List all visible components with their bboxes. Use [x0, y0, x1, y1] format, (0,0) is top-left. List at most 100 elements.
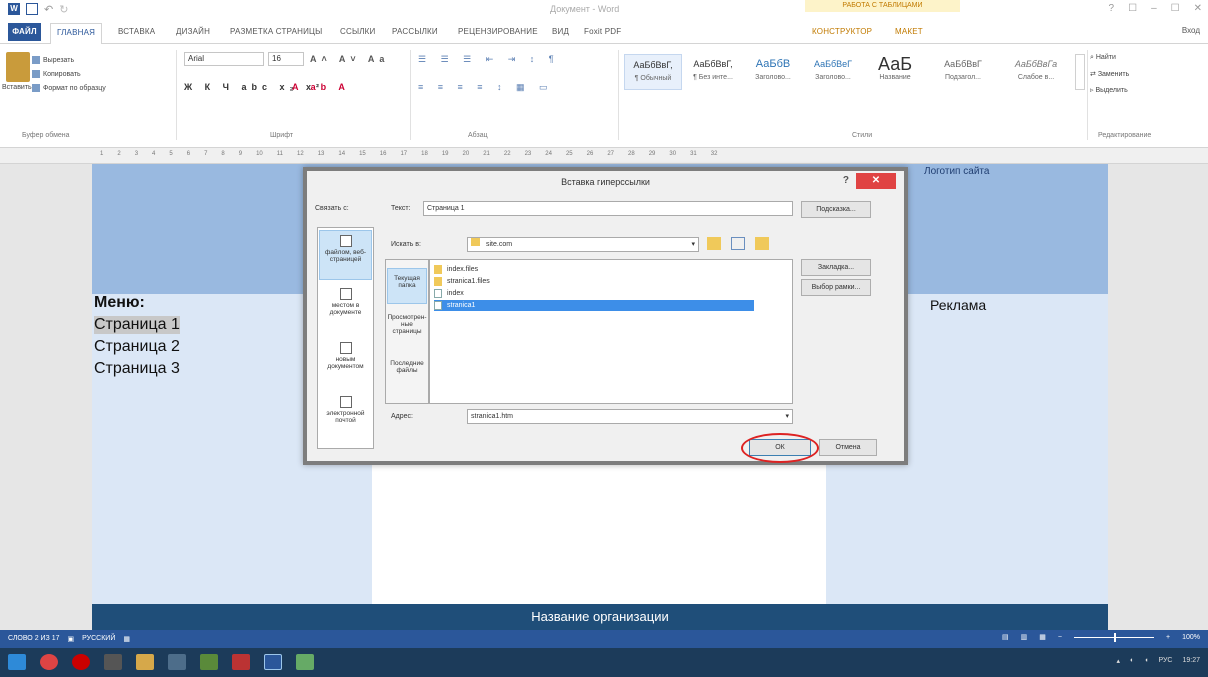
help-icon[interactable]: ?: [843, 175, 849, 186]
tab-references[interactable]: ССЫЛКИ: [340, 27, 376, 36]
ribbon-display-icon[interactable]: ☐: [1128, 3, 1137, 14]
list-item[interactable]: stranica1.files: [434, 276, 754, 287]
tab-constructor[interactable]: КОНСТРУКТОР: [812, 27, 872, 36]
list-item[interactable]: index: [434, 288, 754, 299]
font-size-buttons[interactable]: A˄ A˅ Aa: [310, 54, 389, 64]
tray-arrow-icon[interactable]: ▴: [1116, 657, 1120, 665]
explorer-icon[interactable]: [136, 654, 154, 670]
select-button[interactable]: ▹ Выделить: [1090, 86, 1128, 94]
tab-foxit-pdf[interactable]: Foxit PDF: [584, 27, 621, 36]
look-in-select[interactable]: site.com ▾: [467, 237, 699, 252]
style-title[interactable]: АаБ Название: [864, 54, 926, 90]
maximize-icon[interactable]: ☐: [1171, 3, 1180, 14]
zoom-in-icon[interactable]: +: [1166, 634, 1170, 641]
format-painter-button[interactable]: Формат по образцу: [32, 84, 106, 92]
bookmark-button[interactable]: Закладка...: [801, 259, 871, 276]
style-subtitle[interactable]: АаБбВвГ Подзагол...: [928, 54, 998, 90]
list-item-selected[interactable]: stranica1: [434, 300, 754, 311]
app-icon[interactable]: [232, 654, 250, 670]
app-icon[interactable]: [104, 654, 122, 670]
app-icon[interactable]: [168, 654, 186, 670]
screentip-button[interactable]: Подсказка...: [801, 201, 871, 218]
redo-icon[interactable]: ↻: [59, 3, 68, 16]
keyboard-language[interactable]: РУС: [1158, 657, 1172, 665]
proofing-icon[interactable]: ▣: [68, 635, 75, 643]
help-icon[interactable]: ?: [1109, 3, 1115, 14]
app-icon[interactable]: [296, 654, 314, 670]
menu-item-page-2[interactable]: Страница 2: [94, 338, 180, 356]
list-item[interactable]: index.files: [434, 264, 754, 275]
menu-title[interactable]: Меню:: [94, 294, 145, 312]
file-list[interactable]: index.files stranica1.files index strani…: [429, 259, 793, 404]
volume-icon[interactable]: ◖: [1144, 657, 1148, 665]
save-icon[interactable]: [26, 3, 38, 15]
opera-icon[interactable]: [72, 654, 90, 670]
web-layout-icon[interactable]: ▦: [1039, 633, 1046, 641]
replace-button[interactable]: ⇄ Заменить: [1090, 70, 1129, 78]
tab-home[interactable]: ГЛАВНАЯ: [50, 23, 103, 45]
style-subtle-emphasis[interactable]: АаБбВвГа Слабое в...: [1000, 54, 1072, 90]
tab-layout[interactable]: РАЗМЕТКА СТРАНИЦЫ: [230, 27, 322, 36]
tab-current-folder[interactable]: Текущая папка: [387, 268, 427, 304]
tab-recent-files[interactable]: Последние файлы: [387, 356, 427, 392]
menu-item-page-3[interactable]: Страница 3: [94, 360, 180, 378]
browse-file-icon[interactable]: [731, 237, 745, 250]
font-name-select[interactable]: Arial: [184, 52, 264, 66]
tab-file[interactable]: ФАЙЛ: [8, 23, 41, 41]
styles-scroll[interactable]: [1075, 54, 1085, 90]
chrome-icon[interactable]: [40, 654, 58, 670]
style-heading-1[interactable]: АаБбВ Заголово...: [744, 54, 802, 90]
style-no-spacing[interactable]: АаБбВвГ, ¶ Без инте...: [684, 54, 742, 90]
paste-button[interactable]: [6, 52, 30, 82]
horizontal-ruler[interactable]: 1 2 3 4 5 6 7 8 9 10 11 12 13 14 15 16 17 18 19 20 21 22 23 24 2…: [0, 148, 1208, 164]
tab-insert[interactable]: ВСТАВКА: [118, 27, 155, 36]
ad-text[interactable]: Реклама: [930, 297, 986, 313]
list-buttons[interactable]: ☰ ☰ ☰ ⇤ ⇥ ↕ ¶: [418, 54, 560, 65]
tab-view[interactable]: ВИД: [552, 27, 569, 36]
language-indicator[interactable]: РУССКИЙ: [82, 635, 115, 643]
tab-browsed-pages[interactable]: Просмотрен-ные страницы: [387, 310, 427, 350]
macro-icon[interactable]: ▦: [123, 635, 130, 643]
sign-in-link[interactable]: Вход: [1182, 26, 1200, 35]
word-taskbar-icon[interactable]: [264, 654, 282, 670]
app-icon[interactable]: [200, 654, 218, 670]
style-normal[interactable]: АаБбВвГ, ¶ Обычный: [624, 54, 682, 90]
start-icon[interactable]: [8, 654, 26, 670]
link-new-document-option[interactable]: новым документом: [319, 338, 372, 388]
text-to-display-input[interactable]: [423, 201, 793, 216]
folder-up-icon[interactable]: [755, 237, 769, 250]
zoom-slider[interactable]: [1074, 632, 1154, 642]
find-button[interactable]: ⌕ Найти: [1090, 54, 1116, 62]
undo-icon[interactable]: ↶: [44, 3, 53, 16]
link-email-option[interactable]: электронной почтой: [319, 392, 372, 442]
alignment-buttons[interactable]: ≡ ≡ ≡ ≡ ↕ ▦ ▭: [418, 82, 554, 93]
site-logo-text[interactable]: Логотип сайта: [924, 166, 989, 177]
close-icon[interactable]: ✕: [1194, 3, 1202, 14]
network-icon[interactable]: ◐: [1130, 657, 1134, 665]
footer-organization-name[interactable]: Название организации: [92, 604, 1108, 630]
word-count[interactable]: СЛОВО 2 ИЗ 17: [8, 635, 60, 643]
address-input[interactable]: stranica1.htm ▾: [467, 409, 793, 424]
close-icon[interactable]: ✕: [856, 173, 896, 189]
cut-button[interactable]: Вырезать: [32, 56, 74, 64]
zoom-out-icon[interactable]: −: [1058, 634, 1062, 641]
link-place-in-document-option[interactable]: местом в документе: [319, 284, 372, 334]
tab-design[interactable]: ДИЗАЙН: [176, 27, 210, 36]
link-existing-file-option[interactable]: файлом, веб-страницей: [319, 230, 372, 280]
cancel-button[interactable]: Отмена: [819, 439, 877, 456]
zoom-level[interactable]: 100%: [1182, 634, 1200, 641]
style-heading-2[interactable]: АаБбВеГ Заголово...: [804, 54, 862, 90]
minimize-icon[interactable]: –: [1151, 3, 1157, 14]
font-color-buttons[interactable]: A ab A: [292, 82, 350, 92]
menu-item-page-1[interactable]: Страница 1: [94, 316, 180, 334]
tab-table-layout[interactable]: МАКЕТ: [895, 27, 923, 36]
clock[interactable]: 19:27: [1182, 657, 1200, 665]
tab-review[interactable]: РЕЦЕНЗИРОВАНИЕ: [458, 27, 538, 36]
copy-button[interactable]: Копировать: [32, 70, 81, 78]
read-mode-icon[interactable]: ▤: [1002, 633, 1009, 641]
font-size-select[interactable]: 16: [268, 52, 304, 66]
tab-mailings[interactable]: РАССЫЛКИ: [392, 27, 438, 36]
browse-web-icon[interactable]: [707, 237, 721, 250]
target-frame-button[interactable]: Выбор рамки...: [801, 279, 871, 296]
print-layout-icon[interactable]: ▥: [1021, 633, 1028, 641]
